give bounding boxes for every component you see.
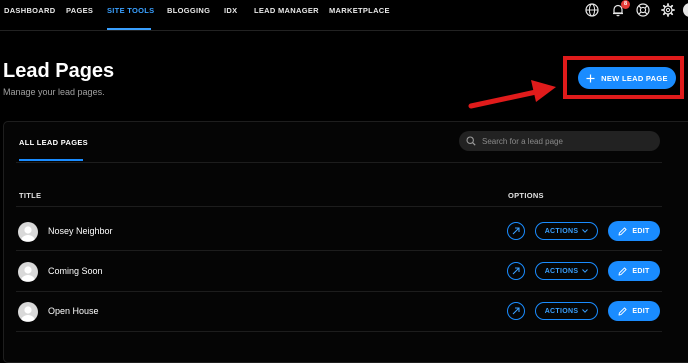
search-icon — [466, 136, 476, 146]
nav-pages[interactable]: PAGES — [66, 6, 93, 15]
actions-dropdown[interactable]: ACTIONS — [535, 222, 598, 240]
edit-label: EDIT — [632, 267, 650, 275]
edit-button[interactable]: EDIT — [608, 221, 660, 241]
divider — [16, 331, 662, 332]
chevron-down-icon — [582, 309, 589, 313]
search-input[interactable]: Search for a lead page — [459, 131, 660, 151]
actions-label: ACTIONS — [544, 227, 579, 235]
divider — [16, 162, 662, 163]
user-placeholder-icon — [21, 226, 35, 241]
nav-dashboard[interactable]: DASHBOARD — [4, 6, 55, 15]
chevron-down-icon — [582, 269, 589, 273]
pencil-icon — [618, 266, 627, 275]
open-external-button[interactable] — [507, 222, 525, 240]
external-link-icon — [512, 267, 520, 275]
gear-icon[interactable] — [661, 3, 675, 17]
page-title: Lead Pages — [3, 60, 115, 82]
globe-icon[interactable] — [585, 3, 599, 17]
annotation-highlight-box — [563, 56, 684, 99]
chevron-down-icon — [582, 229, 589, 233]
user-placeholder-icon — [21, 306, 35, 321]
edit-label: EDIT — [632, 227, 650, 235]
pencil-icon — [618, 226, 627, 235]
table-row: Coming Soon ACTIONS EDIT — [4, 251, 688, 291]
active-tab-indicator — [107, 28, 151, 30]
actions-label: ACTIONS — [544, 267, 579, 275]
tab-all-lead-pages[interactable]: ALL LEAD PAGES — [19, 138, 88, 147]
external-link-icon — [512, 227, 520, 235]
external-link-icon — [512, 307, 520, 315]
column-title: TITLE — [19, 191, 42, 200]
nav-site-tools[interactable]: SITE TOOLS — [107, 6, 154, 15]
actions-dropdown[interactable]: ACTIONS — [535, 302, 598, 320]
actions-dropdown[interactable]: ACTIONS — [535, 262, 598, 280]
edit-button[interactable]: EDIT — [608, 261, 660, 281]
tab-active-indicator — [19, 159, 83, 161]
table-row: Open House ACTIONS EDIT — [4, 291, 688, 331]
top-navigation: DASHBOARD PAGES SITE TOOLS BLOGGING IDX … — [0, 0, 688, 31]
divider — [16, 206, 662, 207]
nav-blogging[interactable]: BLOGGING — [167, 6, 210, 15]
avatar — [18, 302, 38, 322]
open-external-button[interactable] — [507, 302, 525, 320]
open-external-button[interactable] — [507, 262, 525, 280]
edit-label: EDIT — [632, 307, 650, 315]
avatar — [18, 222, 38, 242]
page-subtitle: Manage your lead pages. — [3, 87, 105, 97]
nav-lead-manager[interactable]: LEAD MANAGER — [254, 6, 319, 15]
table-row: Nosey Neighbor ACTIONS EDIT — [4, 211, 688, 251]
avatar — [18, 262, 38, 282]
help-lifebuoy-icon[interactable] — [636, 3, 650, 17]
user-avatar[interactable] — [683, 3, 688, 17]
actions-label: ACTIONS — [544, 307, 579, 315]
pencil-icon — [618, 306, 627, 315]
annotation-arrow — [468, 80, 556, 109]
lead-page-title: Nosey Neighbor — [48, 226, 113, 236]
search-placeholder: Search for a lead page — [482, 136, 563, 146]
notification-badge: 8 — [621, 0, 630, 9]
lead-page-title: Coming Soon — [48, 266, 103, 276]
lead-pages-card: ALL LEAD PAGES Search for a lead page TI… — [3, 121, 688, 363]
nav-idx[interactable]: IDX — [224, 6, 237, 15]
lead-page-title: Open House — [48, 306, 99, 316]
column-options: OPTIONS — [508, 191, 544, 200]
nav-marketplace[interactable]: MARKETPLACE — [329, 6, 390, 15]
edit-button[interactable]: EDIT — [608, 301, 660, 321]
user-placeholder-icon — [21, 266, 35, 281]
